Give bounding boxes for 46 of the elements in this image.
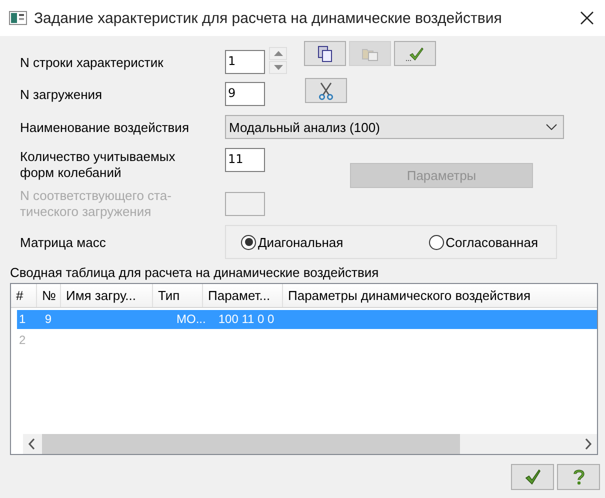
copy-icon <box>318 46 332 62</box>
dropdown[interactable]: Модальный анализ (100) <box>225 115 564 139</box>
help-icon <box>572 469 584 485</box>
table-cell: 2 <box>19 333 26 347</box>
spin-down-button[interactable] <box>269 60 287 74</box>
help-button[interactable] <box>557 464 600 490</box>
toolbar-button[interactable] <box>304 41 346 66</box>
toolbar-button[interactable] <box>394 41 436 66</box>
input-field[interactable]: 11 <box>225 148 265 172</box>
paste-icon <box>362 46 378 60</box>
table-cell: 1 <box>19 312 26 326</box>
column-header[interactable]: # <box>11 284 37 307</box>
field-label: N строки характеристик <box>20 54 164 70</box>
down-arrow-icon <box>274 64 282 70</box>
column-header[interactable]: № <box>37 284 61 307</box>
column-header[interactable]: Тип <box>153 284 203 307</box>
table-caption: Сводная таблица для расчета на динамические воздействия <box>10 265 380 281</box>
window-title: Задание характеристик для расчета на динамические воздействия <box>34 10 503 26</box>
radio-option[interactable]: Согласованная <box>428 234 538 250</box>
radio-option[interactable]: Диагональная <box>241 234 344 250</box>
up-arrow-icon <box>274 50 282 56</box>
input-field[interactable]: 1 <box>225 50 265 74</box>
column-header[interactable]: Имя загру... <box>61 284 153 307</box>
toolbar-button[interactable] <box>305 78 347 103</box>
field-label: N загружения <box>20 86 104 102</box>
field-label: Количество учитываемых форм колебаний <box>20 149 176 181</box>
table-cell: 9 <box>44 312 52 326</box>
field-label: N соответствующего ста-тического загружения <box>20 188 172 220</box>
close-icon[interactable] <box>580 11 594 25</box>
horizontal-scrollbar[interactable] <box>23 434 597 454</box>
chevron-down-icon <box>546 124 557 130</box>
spin-up-button[interactable] <box>269 46 287 60</box>
app-icon <box>9 11 27 25</box>
scroll-right-icon[interactable] <box>584 438 592 450</box>
scissors-icon <box>318 82 334 100</box>
column-header[interactable]: Параметры динамического воздействия <box>283 284 593 307</box>
checkmark-icon <box>524 469 540 485</box>
scrollbar-thumb[interactable] <box>42 434 460 454</box>
table-cell: 100 11 0 0 <box>218 312 274 326</box>
scroll-left-icon[interactable] <box>28 438 36 450</box>
ok-button[interactable] <box>511 464 554 490</box>
field-label: Наименование воздействия <box>20 120 190 134</box>
input-field[interactable]: 9 <box>225 82 265 106</box>
column-header[interactable]: Парамет... <box>203 284 283 307</box>
field-label: Матрица масс <box>20 234 107 250</box>
table-cell: МО... <box>176 312 206 326</box>
